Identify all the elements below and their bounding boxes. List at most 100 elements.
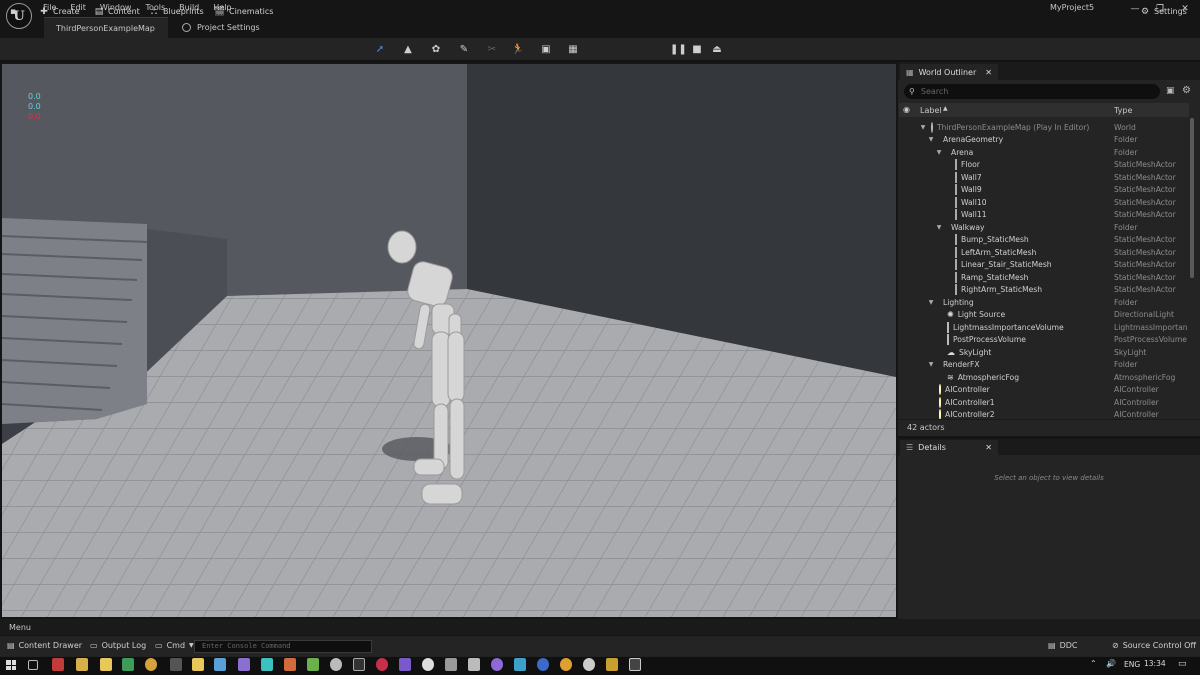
tab-project-settings[interactable]: Project Settings <box>170 17 272 38</box>
taskbar-app-icon[interactable] <box>170 658 182 671</box>
visibility-eye-icon[interactable]: ◉ <box>903 105 910 114</box>
windows-start-icon[interactable] <box>6 660 16 670</box>
taskbar-app-icon[interactable] <box>284 658 296 671</box>
geometry-mode-icon[interactable]: ▦ <box>566 43 580 57</box>
close-tab-icon[interactable]: ✕ <box>985 68 992 77</box>
expand-arrow-icon[interactable]: ▼ <box>935 149 943 156</box>
add-folder-icon[interactable]: ▣ <box>1166 86 1175 96</box>
volume-icon[interactable]: 🔊 <box>1106 659 1116 668</box>
expand-arrow-icon[interactable]: ▼ <box>927 361 935 368</box>
taskbar-folder-icon[interactable] <box>192 658 204 671</box>
select-mode-icon[interactable]: ➚ <box>373 43 387 57</box>
paint-mode-icon[interactable]: ✎ <box>457 43 471 57</box>
cmd-button[interactable]: ▭ Cmd ▼ <box>155 641 194 650</box>
taskbar-app-icon[interactable] <box>376 658 388 671</box>
taskbar-app-icon[interactable] <box>399 658 411 671</box>
outliner-row[interactable]: RightArm_StaticMesh StaticMeshActor <box>899 284 1189 297</box>
settings-button[interactable]: ⚙ Settings <box>1140 5 1187 18</box>
file-explorer-icon[interactable] <box>76 658 88 671</box>
taskbar-app-icon[interactable] <box>445 658 457 671</box>
outliner-row[interactable]: LeftArm_StaticMesh StaticMeshActor <box>899 246 1189 259</box>
tray-chevron-icon[interactable]: ⌃ <box>1090 659 1097 668</box>
outliner-row[interactable]: Wall7 StaticMeshActor <box>899 171 1189 184</box>
outliner-row[interactable]: ▼ Walkway Folder <box>899 221 1189 234</box>
taskbar-app-icon[interactable] <box>537 658 549 671</box>
outliner-row[interactable]: Wall9 StaticMeshActor <box>899 184 1189 197</box>
expand-arrow-icon[interactable]: ▼ <box>927 136 935 143</box>
save-button[interactable]: ▪ <box>8 5 18 18</box>
outliner-search-input[interactable]: ⚲ Search <box>904 84 1160 99</box>
outliner-row[interactable]: PostProcessVolume PostProcessVolume <box>899 334 1189 347</box>
taskbar-app-icon[interactable] <box>514 658 526 671</box>
outliner-row[interactable]: ▼ Arena Folder <box>899 146 1189 159</box>
taskbar-folder-icon[interactable] <box>100 658 112 671</box>
outliner-row[interactable]: ▼ Lighting Folder <box>899 296 1189 309</box>
taskbar-app-icon[interactable] <box>583 658 595 671</box>
outliner-scrollbar[interactable] <box>1190 118 1194 278</box>
unreal-taskbar-icon[interactable] <box>353 658 365 671</box>
column-label[interactable]: Label <box>920 106 942 115</box>
settings-gear-icon[interactable]: ⚙ <box>1182 85 1191 96</box>
menu-label[interactable]: Menu <box>9 623 31 632</box>
expand-arrow-icon[interactable]: ▼ <box>935 224 943 231</box>
outliner-row[interactable]: Linear_Stair_StaticMesh StaticMeshActor <box>899 259 1189 272</box>
modeling-mode-icon[interactable]: ▣ <box>539 43 553 57</box>
animation-mode-icon[interactable]: 🏃 <box>511 43 525 57</box>
expand-arrow-icon[interactable]: ▼ <box>927 299 935 306</box>
ddc-button[interactable]: ▤ DDC <box>1048 641 1077 650</box>
foliage-mode-icon[interactable]: ✿ <box>429 43 443 57</box>
outliner-row[interactable]: ✺ Light Source DirectionalLight <box>899 309 1189 322</box>
close-tab-icon[interactable]: ✕ <box>985 443 992 452</box>
stop-icon[interactable]: ■ <box>690 43 704 57</box>
taskbar-app-icon[interactable] <box>307 658 319 671</box>
eject-icon[interactable]: ⏏ <box>710 43 724 57</box>
outliner-row[interactable]: Wall11 StaticMeshActor <box>899 209 1189 222</box>
create-button[interactable]: ✚ Create <box>39 5 79 18</box>
taskbar-app-icon[interactable] <box>606 658 618 671</box>
chrome-icon[interactable] <box>145 658 157 671</box>
blueprints-button[interactable]: ⛬ Blueprints <box>149 5 204 18</box>
level-viewport[interactable]: 0.0 0.0 0.0 <box>2 64 896 617</box>
pause-icon[interactable]: ❚❚ <box>670 43 687 57</box>
taskbar-app-icon[interactable] <box>422 658 434 671</box>
taskbar-app-icon[interactable] <box>122 658 134 671</box>
language-indicator[interactable]: ENG <box>1124 660 1140 669</box>
notification-icon[interactable]: ▭ <box>1178 659 1187 669</box>
tab-map[interactable]: ThirdPersonExampleMap <box>44 17 168 38</box>
outliner-row[interactable]: Wall10 StaticMeshActor <box>899 196 1189 209</box>
outliner-row[interactable]: ▼ ArenaGeometry Folder <box>899 134 1189 147</box>
cinematics-button[interactable]: 🎬 Cinematics <box>214 5 273 18</box>
taskbar-app-icon[interactable] <box>52 658 64 671</box>
content-button[interactable]: ▤ Content <box>94 5 140 18</box>
taskbar-app-icon[interactable] <box>214 658 226 671</box>
outliner-row[interactable]: ≋ AtmosphericFog AtmosphericFog <box>899 371 1189 384</box>
outliner-row[interactable]: LightmassImportanceVolume LightmassImport… <box>899 321 1189 334</box>
taskbar-app-icon[interactable] <box>238 658 250 671</box>
taskbar-app-icon[interactable] <box>330 658 342 671</box>
taskbar-app-icon[interactable] <box>261 658 273 671</box>
tab-world-outliner[interactable]: ▦ World Outliner ✕ <box>900 64 998 80</box>
tab-details[interactable]: ☰ Details ✕ <box>900 440 998 455</box>
console-input[interactable]: Enter Console Command <box>194 640 372 653</box>
content-drawer-button[interactable]: ▤ Content Drawer <box>7 641 82 650</box>
landscape-mode-icon[interactable]: ▲ <box>401 43 415 57</box>
outliner-row[interactable]: ▼ RenderFX Folder <box>899 359 1189 372</box>
outliner-row[interactable]: Ramp_StaticMesh StaticMeshActor <box>899 271 1189 284</box>
source-control-button[interactable]: ⊘ Source Control Off <box>1112 641 1196 650</box>
expand-arrow-icon[interactable]: ▼ <box>919 124 927 131</box>
fracture-mode-icon[interactable]: ✂ <box>485 43 499 57</box>
outliner-row[interactable]: Floor StaticMeshActor <box>899 159 1189 172</box>
outliner-row[interactable]: AIController AIController <box>899 384 1189 397</box>
unreal-taskbar-icon[interactable] <box>629 658 641 671</box>
outliner-row[interactable]: ☁ SkyLight SkyLight <box>899 346 1189 359</box>
taskbar-app-icon[interactable] <box>491 658 503 671</box>
outliner-row[interactable]: Bump_StaticMesh StaticMeshActor <box>899 234 1189 247</box>
taskbar-app-icon[interactable] <box>468 658 480 671</box>
column-type[interactable]: Type <box>1114 106 1132 115</box>
outliner-row[interactable]: AIController1 AIController <box>899 396 1189 409</box>
outliner-row[interactable]: ▼ ThirdPersonExampleMap (Play In Editor) W… <box>899 121 1189 134</box>
output-log-button[interactable]: ▭ Output Log <box>90 641 146 650</box>
task-view-icon[interactable] <box>28 660 38 670</box>
taskbar-clock[interactable]: 13:34 <box>1144 659 1166 668</box>
taskbar-app-icon[interactable] <box>560 658 572 671</box>
